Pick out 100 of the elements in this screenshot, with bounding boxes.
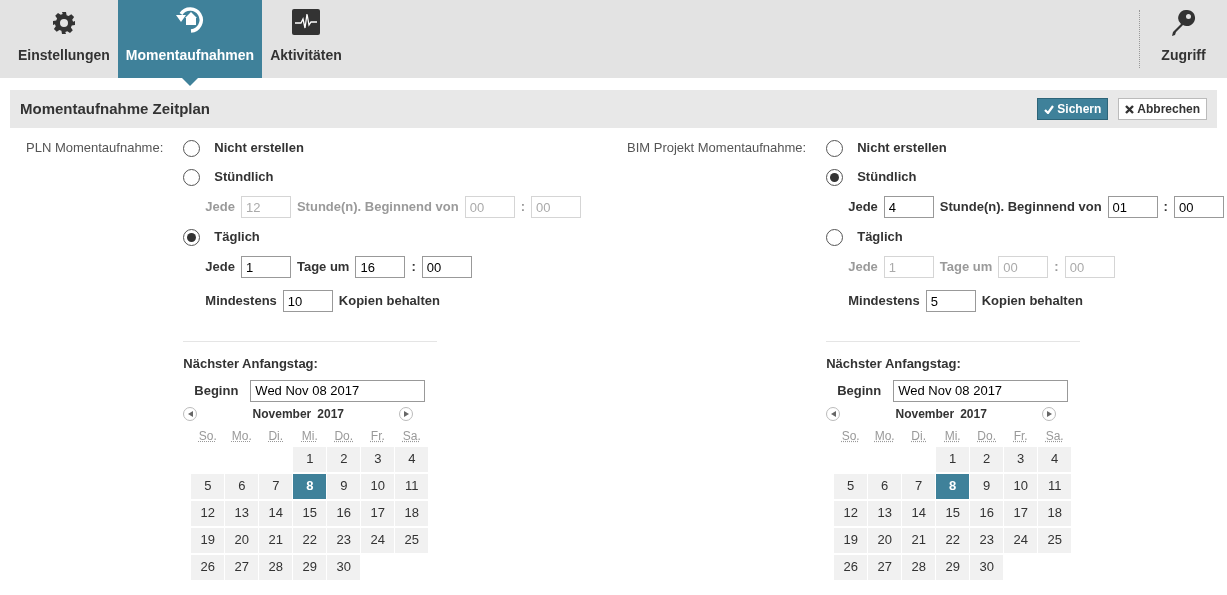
calendar-day[interactable]: 25 <box>395 527 429 553</box>
month-label: November <box>895 405 955 423</box>
nav-tab[interactable]: Zugriff <box>1140 0 1227 78</box>
calendar-day[interactable]: 1 <box>293 446 327 472</box>
calendar-day[interactable]: 28 <box>902 554 936 580</box>
calendar-day[interactable]: 16 <box>327 500 361 526</box>
weekday-label: Di. <box>268 427 284 445</box>
calendar-day[interactable]: 18 <box>1038 500 1072 526</box>
calendar-day[interactable]: 29 <box>936 554 970 580</box>
number-field[interactable]: 1 <box>240 256 291 278</box>
calendar-day[interactable]: 3 <box>361 446 395 472</box>
calendar-day[interactable]: 27 <box>868 554 902 580</box>
calendar-day[interactable]: 8 <box>936 473 970 499</box>
option-label: Stündlich <box>857 168 917 187</box>
calendar-day[interactable]: 6 <box>868 473 902 499</box>
calendar-day[interactable]: 10 <box>361 473 395 499</box>
calendar-day[interactable]: 21 <box>902 527 936 553</box>
calendar-day[interactable]: 26 <box>191 554 225 580</box>
number-field[interactable]: 5 <box>925 290 976 312</box>
setting-label: PLN Momentaufnahme: <box>26 139 165 157</box>
nav-tab[interactable]: Momentaufnahmen <box>117 0 263 78</box>
month-label: November <box>252 405 312 423</box>
calendar-day[interactable]: 9 <box>327 473 361 499</box>
calendar-day[interactable]: 5 <box>834 473 868 499</box>
date-field[interactable]: Wed Nov 08 2017 <box>893 379 1069 402</box>
nav-tab[interactable]: Aktivitäten <box>262 0 350 78</box>
radio-button[interactable] <box>183 228 201 246</box>
calendar-day[interactable]: 6 <box>225 473 259 499</box>
weekday-label: Sa. <box>402 427 421 445</box>
calendar-day[interactable]: 17 <box>361 500 395 526</box>
calendar-day[interactable]: 12 <box>191 500 225 526</box>
calendar-day[interactable]: 5 <box>191 473 225 499</box>
calendar-day[interactable]: 28 <box>259 554 293 580</box>
calendar-day[interactable]: 2 <box>970 446 1004 472</box>
save-button[interactable]: Sichern <box>1037 98 1109 120</box>
number-field[interactable]: 00 <box>421 256 472 278</box>
calendar-day[interactable]: 21 <box>259 527 293 553</box>
calendar-day[interactable]: 17 <box>1004 500 1038 526</box>
calendar-day[interactable]: 30 <box>327 554 361 580</box>
number-field[interactable]: 16 <box>355 256 406 278</box>
calendar-day[interactable]: 23 <box>327 527 361 553</box>
nav-tab[interactable]: Einstellungen <box>10 0 118 78</box>
calendar-day[interactable]: 20 <box>225 527 259 553</box>
calendar-day[interactable]: 26 <box>834 554 868 580</box>
calendar-day[interactable]: 24 <box>1004 527 1038 553</box>
number-field[interactable]: 01 <box>1107 196 1158 218</box>
calendar-day[interactable]: 19 <box>191 527 225 553</box>
left-triangle-icon <box>830 410 836 417</box>
calendar-day[interactable]: 4 <box>395 446 429 472</box>
calendar-day[interactable]: 19 <box>834 527 868 553</box>
option-label: Täglich <box>214 228 260 247</box>
field-label: Jede <box>205 258 235 277</box>
calendar-day[interactable]: 1 <box>936 446 970 472</box>
calendar-day[interactable]: 20 <box>868 527 902 553</box>
radio-button[interactable] <box>826 228 844 246</box>
calendar-day[interactable]: 15 <box>293 500 327 526</box>
calendar-day[interactable]: 9 <box>970 473 1004 499</box>
calendar-day[interactable]: 14 <box>259 500 293 526</box>
date-field[interactable]: Wed Nov 08 2017 <box>250 379 426 402</box>
calendar-day[interactable]: 14 <box>902 500 936 526</box>
right-triangle-icon <box>403 410 409 417</box>
calendar-day[interactable]: 3 <box>1004 446 1038 472</box>
calendar-day[interactable]: 16 <box>970 500 1004 526</box>
calendar-day[interactable]: 12 <box>834 500 868 526</box>
calendar-day[interactable]: 7 <box>902 473 936 499</box>
close-icon <box>1125 104 1135 114</box>
calendar-day[interactable]: 4 <box>1038 446 1072 472</box>
field-label: : <box>1163 198 1168 217</box>
calendar-day[interactable]: 23 <box>970 527 1004 553</box>
calendar-day[interactable]: 30 <box>970 554 1004 580</box>
calendar-day[interactable]: 11 <box>395 473 429 499</box>
calendar-day[interactable]: 7 <box>259 473 293 499</box>
radio-button[interactable] <box>183 139 201 157</box>
calendar-day[interactable]: 22 <box>293 527 327 553</box>
option-label: Stündlich <box>214 168 274 187</box>
number-field[interactable]: 4 <box>883 196 934 218</box>
year-label: 2017 <box>317 405 344 423</box>
cancel-button[interactable]: Abbrechen <box>1118 98 1207 120</box>
calendar-day[interactable]: 25 <box>1038 527 1072 553</box>
option-label: Täglich <box>857 228 903 247</box>
calendar-day[interactable]: 2 <box>327 446 361 472</box>
calendar-day[interactable]: 15 <box>936 500 970 526</box>
calendar-day[interactable]: 11 <box>1038 473 1072 499</box>
calendar-day[interactable]: 13 <box>868 500 902 526</box>
calendar-day[interactable]: 24 <box>361 527 395 553</box>
field-label: Stunde(n). Beginnend von <box>296 198 459 217</box>
radio-button[interactable] <box>183 168 201 186</box>
weekday-label: Sa. <box>1045 427 1064 445</box>
radio-button[interactable] <box>826 168 844 186</box>
number-field[interactable]: 00 <box>1173 196 1224 218</box>
radio-button[interactable] <box>826 139 844 157</box>
calendar-day[interactable]: 22 <box>936 527 970 553</box>
calendar-day[interactable]: 18 <box>395 500 429 526</box>
calendar-day[interactable]: 8 <box>293 473 327 499</box>
weekday-label: Fr. <box>370 427 385 445</box>
calendar-day[interactable]: 10 <box>1004 473 1038 499</box>
number-field[interactable]: 10 <box>282 290 333 312</box>
calendar-day[interactable]: 13 <box>225 500 259 526</box>
calendar-day[interactable]: 27 <box>225 554 259 580</box>
calendar-day[interactable]: 29 <box>293 554 327 580</box>
